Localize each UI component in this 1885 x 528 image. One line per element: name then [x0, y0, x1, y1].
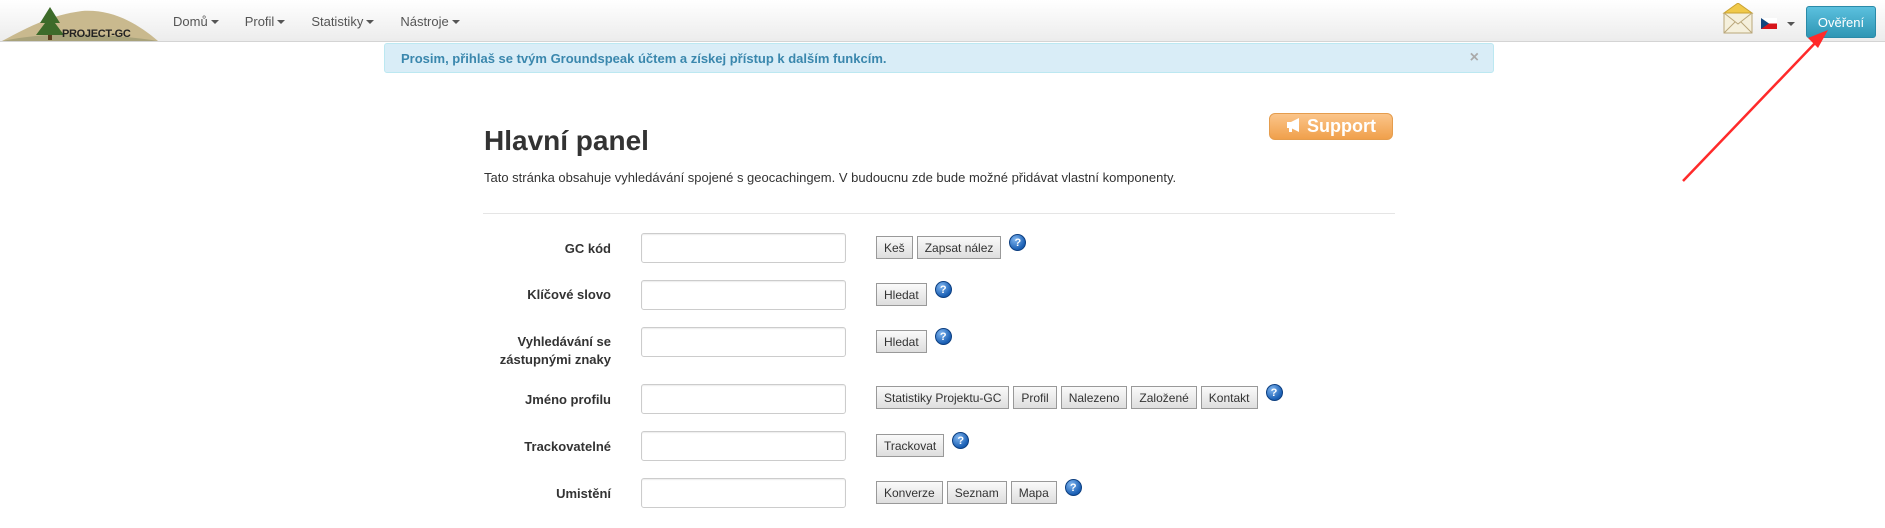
chevron-down-icon[interactable] — [1787, 22, 1795, 26]
location-input[interactable] — [641, 478, 846, 508]
trackables-actions: Trackovat ? — [876, 432, 970, 457]
logo-text: PROJECT-GC — [62, 28, 131, 40]
cache-button[interactable]: Keš — [876, 236, 913, 259]
gc-code-actions: Keš Zapsat nález ? — [876, 234, 1027, 259]
wildcard-search-label: Vyhledávání se zástupnými znaky — [499, 334, 611, 367]
envelope-icon[interactable] — [1722, 2, 1754, 37]
trackables-input[interactable] — [641, 431, 846, 461]
trackables-label: Trackovatelné — [524, 439, 611, 454]
menu-home[interactable]: Domů — [160, 0, 232, 42]
contact-button[interactable]: Kontakt — [1200, 386, 1258, 409]
profile-button[interactable]: Profil — [1013, 386, 1057, 409]
list-button[interactable]: Seznam — [946, 481, 1007, 504]
help-icon[interactable]: ? — [1265, 384, 1283, 401]
profile-actions: Statistiky Projektu-GC Profil Nalezeno Z… — [876, 384, 1283, 409]
page-title: Hlavní panel — [484, 125, 649, 156]
profile-name-label: Jméno profilu — [525, 392, 611, 407]
help-icon[interactable]: ? — [934, 328, 952, 345]
menu-tools-label: Nástroje — [400, 13, 449, 29]
convert-button[interactable]: Konverze — [876, 481, 943, 504]
wildcard-search-input[interactable] — [641, 327, 846, 357]
help-icon[interactable]: ? — [934, 281, 952, 298]
help-icon[interactable]: ? — [1064, 479, 1082, 496]
keyword-actions: Hledat ? — [876, 281, 952, 306]
keyword-label: Klíčové slovo — [527, 287, 611, 302]
chevron-down-icon — [451, 20, 460, 24]
close-icon[interactable]: × — [1470, 49, 1479, 67]
divider — [483, 213, 1395, 214]
location-actions: Konverze Seznam Mapa ? — [876, 479, 1082, 504]
menu-tools[interactable]: Nástroje — [387, 0, 472, 42]
menu-profile-label: Profil — [244, 13, 275, 29]
project-gc-stats-button[interactable]: Statistiky Projektu-GC — [876, 386, 1010, 409]
page-description: Tato stránka obsahuje vyhledávání spojen… — [484, 170, 1177, 185]
support-label: Support — [1307, 116, 1376, 136]
menu-profile[interactable]: Profil — [232, 0, 299, 42]
track-button[interactable]: Trackovat — [876, 434, 945, 457]
map-button[interactable]: Mapa — [1010, 481, 1057, 504]
found-button[interactable]: Nalezeno — [1060, 386, 1128, 409]
alert-text: Prosim, přihlaš se tvým Groundspeak účte… — [401, 51, 887, 66]
keyword-input[interactable] — [641, 280, 846, 310]
project-gc-logo[interactable]: PROJECT-GC — [2, 3, 158, 41]
login-alert: Prosim, přihlaš se tvým Groundspeak účte… — [384, 43, 1494, 73]
help-icon[interactable]: ? — [1009, 234, 1027, 251]
log-find-button[interactable]: Zapsat nález — [916, 236, 1002, 259]
help-icon[interactable]: ? — [952, 432, 970, 449]
gc-code-input[interactable] — [641, 233, 846, 263]
menu-statistics-label: Statistiky — [311, 13, 364, 29]
menu-home-label: Domů — [173, 13, 208, 29]
support-button[interactable]: Support — [1269, 113, 1393, 140]
gc-code-label: GC kód — [564, 241, 611, 256]
login-button[interactable]: Ověření — [1806, 6, 1876, 38]
menu-statistics[interactable]: Statistiky — [298, 0, 387, 42]
hidden-button[interactable]: Založené — [1131, 386, 1197, 409]
main-menu: Domů Profil Statistiky Nástroje — [160, 0, 473, 42]
keyword-search-button[interactable]: Hledat — [876, 283, 927, 306]
wildcard-actions: Hledat ? — [876, 328, 952, 353]
top-navbar: PROJECT-GC Domů Profil Statistiky Nástro… — [0, 0, 1885, 42]
location-label: Umistění — [556, 486, 611, 501]
chevron-down-icon — [277, 20, 286, 24]
chevron-down-icon — [210, 20, 219, 24]
chevron-down-icon — [366, 20, 375, 24]
profile-name-input[interactable] — [641, 384, 846, 414]
czech-flag-icon[interactable] — [1761, 16, 1777, 29]
wildcard-search-button[interactable]: Hledat — [876, 330, 927, 353]
megaphone-icon — [1286, 116, 1302, 137]
